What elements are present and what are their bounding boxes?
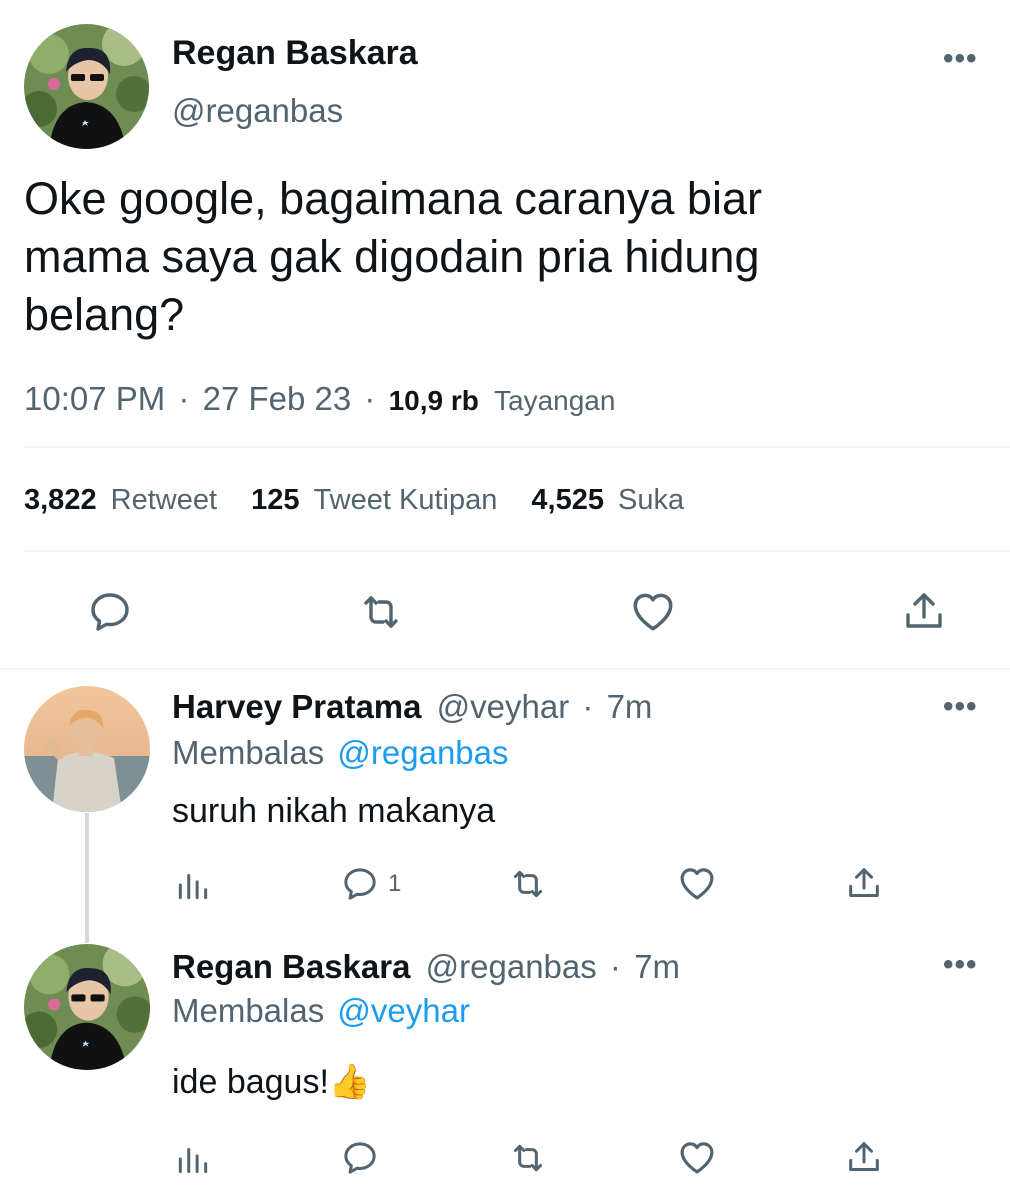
quotes-count: 125 xyxy=(251,484,300,516)
reply-header: Regan Baskara @reganbas · 7m xyxy=(172,948,680,986)
like-icon[interactable] xyxy=(627,586,679,636)
author-handle[interactable]: @reganbas xyxy=(426,948,597,985)
replying-to: Membalas @reganbas xyxy=(172,734,509,772)
tweet-text-line: Oke google, bagaimana caranya biar xyxy=(24,173,762,224)
author-name[interactable]: Regan Baskara xyxy=(172,34,418,73)
share-icon[interactable] xyxy=(900,586,948,636)
divider xyxy=(24,446,1010,448)
replying-prefix: Membalas xyxy=(172,734,325,771)
retweet-icon[interactable] xyxy=(507,1138,549,1178)
views-count[interactable]: 10,9 rb xyxy=(389,385,479,416)
replying-to-handle[interactable]: @veyhar xyxy=(337,992,470,1029)
separator: · xyxy=(609,948,621,985)
reply-icon[interactable] xyxy=(340,864,380,904)
thread-line xyxy=(85,813,89,943)
tweet-text: Oke google, bagaimana caranya biar mama … xyxy=(24,170,762,344)
reply-text-body: ide bagus! xyxy=(172,1063,329,1101)
author-handle[interactable]: @reganbas xyxy=(172,92,343,130)
avatar[interactable] xyxy=(24,24,149,149)
divider xyxy=(0,668,1010,670)
reply-icon[interactable] xyxy=(86,588,134,636)
likes-count: 4,525 xyxy=(531,484,604,516)
author-handle[interactable]: @veyhar xyxy=(437,688,570,725)
tweet-text-line: mama saya gak digodain pria hidung xyxy=(24,231,760,282)
quotes-label: Tweet Kutipan xyxy=(313,484,498,516)
more-icon[interactable]: ••• xyxy=(943,692,978,722)
divider xyxy=(24,550,1010,552)
author-name[interactable]: Regan Baskara xyxy=(172,948,410,985)
likes-stat[interactable]: 4,525 Suka xyxy=(531,484,684,516)
like-icon[interactable] xyxy=(676,1136,718,1178)
separator: · xyxy=(178,380,190,417)
likes-label: Suka xyxy=(618,484,685,516)
more-icon[interactable]: ••• xyxy=(943,44,978,74)
time-ago[interactable]: 7m xyxy=(607,688,653,725)
reply-text: suruh nikah makanya xyxy=(172,792,496,830)
reply-count: 1 xyxy=(388,870,402,897)
views-label[interactable]: Tayangan xyxy=(494,385,615,416)
separator: · xyxy=(364,380,376,417)
author-name[interactable]: Harvey Pratama xyxy=(172,688,422,725)
analytics-icon[interactable] xyxy=(174,866,212,904)
retweets-count: 3,822 xyxy=(24,484,97,516)
time-ago[interactable]: 7m xyxy=(634,948,680,985)
replying-to-handle[interactable]: @reganbas xyxy=(337,734,508,771)
reply-header: Harvey Pratama @veyhar · 7m xyxy=(172,688,652,726)
share-icon[interactable] xyxy=(844,862,884,904)
tweet-text-line: belang? xyxy=(24,289,185,340)
retweet-icon[interactable] xyxy=(507,864,549,904)
share-icon[interactable] xyxy=(844,1136,884,1178)
thumbs-up-emoji: 👍 xyxy=(328,1063,372,1101)
separator: · xyxy=(582,688,594,725)
replying-to: Membalas @veyhar xyxy=(172,992,470,1030)
more-icon[interactable]: ••• xyxy=(943,950,978,980)
analytics-icon[interactable] xyxy=(174,1140,212,1178)
retweet-icon[interactable] xyxy=(356,588,406,636)
quotes-stat[interactable]: 125 Tweet Kutipan xyxy=(251,484,505,516)
reply-icon[interactable] xyxy=(340,1138,380,1178)
avatar[interactable] xyxy=(24,686,150,812)
like-icon[interactable] xyxy=(676,862,718,904)
retweets-label: Retweet xyxy=(110,484,218,516)
reply-text: ide bagus!👍 xyxy=(172,1062,371,1102)
retweets-stat[interactable]: 3,822 Retweet xyxy=(24,484,225,516)
tweet-meta: 10:07 PM · 27 Feb 23 · 10,9 rb Tayangan xyxy=(24,380,615,418)
replying-prefix: Membalas xyxy=(172,992,325,1029)
tweet-date[interactable]: 27 Feb 23 xyxy=(203,380,352,417)
avatar[interactable] xyxy=(24,944,150,1070)
tweet-stats: 3,822 Retweet 125 Tweet Kutipan 4,525 Su… xyxy=(24,484,684,517)
tweet-time[interactable]: 10:07 PM xyxy=(24,380,165,417)
